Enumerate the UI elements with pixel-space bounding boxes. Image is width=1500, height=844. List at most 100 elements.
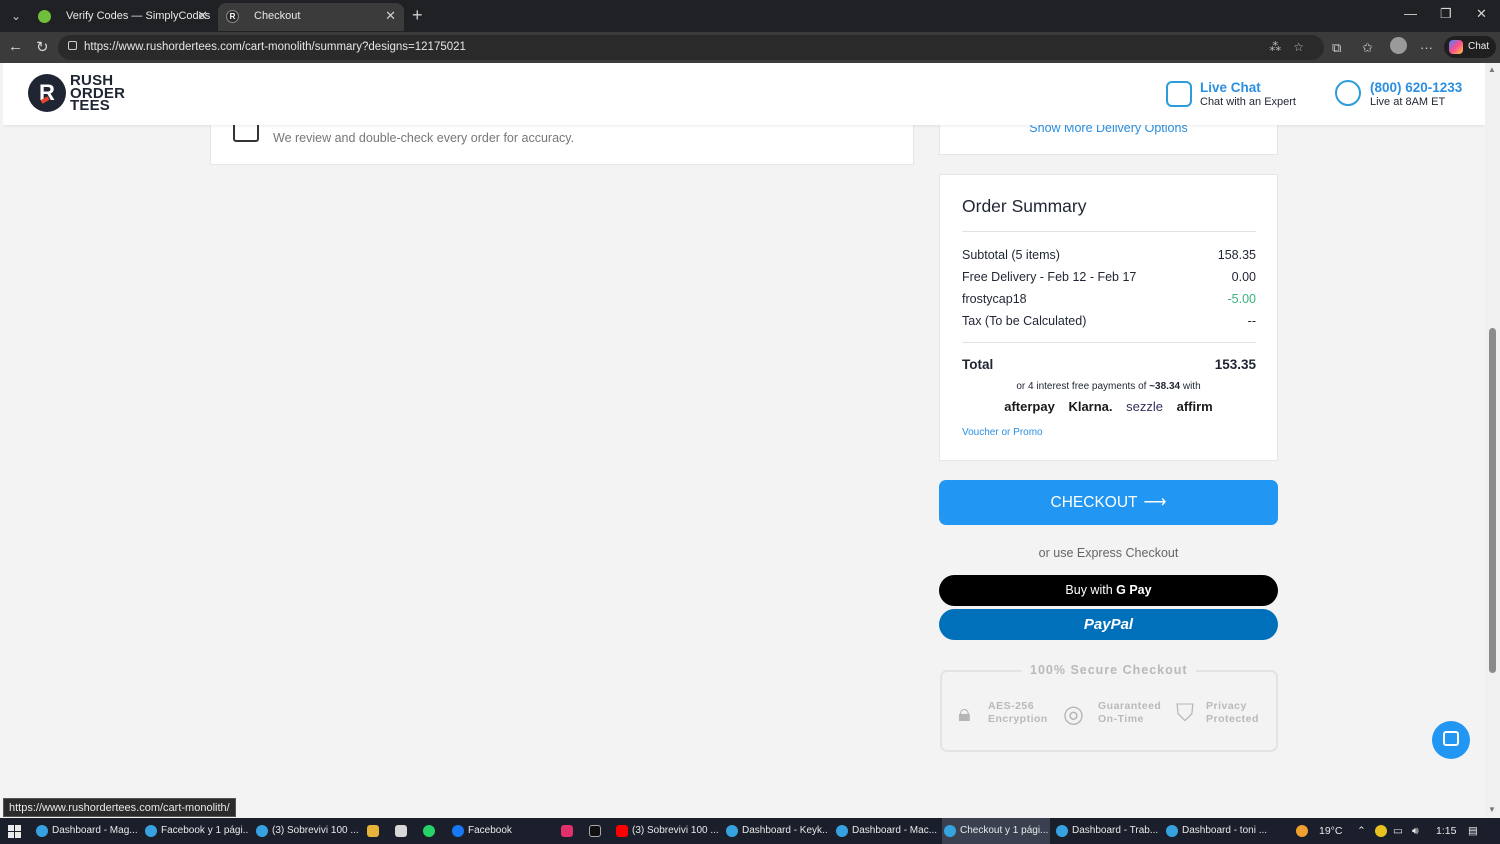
page-viewport: R RUSH ORDER TEES Live Chat Chat with an… (3, 63, 1485, 793)
x-icon[interactable] (589, 825, 601, 837)
url-bar[interactable]: https://www.rushordertees.com/cart-monol… (58, 35, 1324, 60)
taskbar-label: Dashboard - Trab... (1072, 825, 1158, 836)
logo-line: TEES (70, 97, 110, 114)
taskbar-item[interactable]: Facebook y 1 pági... (143, 818, 249, 844)
rush-favicon-icon: R (226, 10, 239, 23)
tray-overflow-chevron-icon[interactable]: ⌃ (1357, 818, 1366, 844)
taskbar-item[interactable]: Dashboard - Mag... (34, 818, 138, 844)
gpay-prefix: Buy with (1065, 583, 1113, 597)
taskbar-item-active[interactable]: Checkout y 1 pági... (942, 818, 1050, 844)
badge-line: Guaranteed (1098, 700, 1162, 712)
copilot-chat-button[interactable]: Chat (1444, 36, 1496, 58)
translate-star-icons[interactable]: ⁂☆ (1269, 40, 1316, 54)
tab-list-chevron-icon[interactable]: ⌄ (6, 6, 26, 26)
more-menu-icon[interactable]: ··· (1420, 40, 1433, 55)
summary-row-promo: frostycap18 -5.00 (962, 292, 1256, 306)
tab-simplycodes[interactable]: Verify Codes — SimplyCodes ✕ (30, 3, 216, 31)
close-tab-icon[interactable]: ✕ (197, 3, 208, 29)
favorites-icon[interactable]: ✩ (1362, 40, 1373, 56)
checkout-label: CHECKOUT (1050, 494, 1138, 511)
paypal-button[interactable]: PayPal (939, 609, 1278, 640)
whatsapp-icon[interactable] (423, 825, 435, 837)
taskbar-label: Dashboard - Mac... (852, 825, 938, 836)
arrow-right-icon: ⟶ (1143, 494, 1167, 511)
live-chat-title[interactable]: Live Chat (1200, 80, 1261, 95)
badge-line: Protected (1206, 713, 1259, 725)
row-value-discount: -5.00 (1227, 292, 1257, 306)
facebook-icon (452, 825, 464, 837)
store-icon[interactable] (395, 825, 407, 837)
taskbar-item[interactable]: Dashboard - toni ... (1164, 818, 1268, 844)
windows-start-icon[interactable] (8, 825, 21, 838)
reload-icon[interactable]: ↻ (36, 38, 49, 56)
instagram-icon[interactable] (561, 825, 573, 837)
voucher-promo-link[interactable]: Voucher or Promo (962, 427, 1043, 438)
site-info-lock-icon[interactable] (68, 41, 77, 50)
window-close-icon[interactable]: ✕ (1476, 6, 1487, 22)
volume-icon[interactable]: 🔊︎ (1412, 818, 1419, 844)
network-icon[interactable]: ▭ (1393, 818, 1403, 844)
total-label: Total (962, 357, 994, 372)
page-scrollbar[interactable]: ▲ ▼ (1485, 63, 1500, 818)
file-explorer-icon[interactable] (367, 825, 379, 837)
phone-hours: Live at 8AM ET (1370, 96, 1446, 108)
installments-prefix: or 4 interest free payments of (1016, 381, 1147, 392)
badge-line: On-Time (1098, 713, 1144, 725)
security-badge-encryption: AES-256 Encryption (988, 700, 1048, 726)
taskbar-item[interactable]: Dashboard - Trab... (1054, 818, 1158, 844)
profile-avatar[interactable] (1390, 37, 1407, 54)
taskbar-label: (3) Sobrevivi 100 ... (632, 825, 718, 836)
clock-time[interactable]: 1:15 (1436, 818, 1456, 844)
taskbar-label: Facebook y 1 pági... (161, 825, 249, 836)
weather-icon[interactable] (1296, 825, 1308, 837)
edge-icon (1166, 825, 1178, 837)
edge-icon (836, 825, 848, 837)
klarna-logo: Klarna. (1068, 399, 1113, 414)
chat-widget-button[interactable] (1432, 721, 1470, 759)
taskbar-item[interactable]: Facebook (450, 818, 550, 844)
temperature[interactable]: 19°C (1319, 818, 1342, 844)
back-arrow-icon[interactable]: ← (8, 38, 23, 55)
summary-total-row: Total 153.35 (962, 357, 1256, 372)
tab-title: Verify Codes — SimplyCodes (66, 10, 211, 22)
summary-row-subtotal: Subtotal (5 items) 158.35 (962, 248, 1256, 262)
support-headset-icon[interactable] (1335, 80, 1361, 106)
new-tab-plus-icon[interactable]: + (412, 5, 423, 25)
status-bar-url: https://www.rushordertees.com/cart-monol… (3, 798, 236, 817)
edge-icon (36, 825, 48, 837)
scroll-thumb[interactable] (1489, 328, 1496, 673)
address-toolbar: ← ↻ https://www.rushordertees.com/cart-m… (0, 32, 1500, 63)
scroll-down-icon[interactable]: ▼ (1488, 805, 1496, 814)
row-label: frostycap18 (962, 292, 1027, 306)
extensions-puzzle-icon[interactable]: ⧉ (1332, 40, 1341, 56)
installments-suffix: with (1182, 381, 1201, 392)
tab-title: Checkout (254, 10, 301, 22)
simplycodes-favicon-icon (38, 10, 51, 23)
google-pay-button[interactable]: Buy with G Pay (939, 575, 1278, 606)
badge-line: AES-256 (988, 700, 1035, 712)
tray-app-icon[interactable] (1375, 825, 1387, 837)
installments-amount: ~38.34 (1149, 381, 1181, 392)
taskbar-item[interactable]: (3) Sobrevivi 100 ... (254, 818, 358, 844)
installments-text: or 4 interest free payments of ~38.34 wi… (940, 381, 1277, 392)
live-chat-subtitle: Chat with an Expert (1200, 96, 1296, 108)
scroll-up-icon[interactable]: ▲ (1488, 65, 1496, 74)
shield-check-icon: ⛉ (1176, 700, 1194, 727)
taskbar-item[interactable]: Dashboard - Mac... (834, 818, 938, 844)
tab-checkout[interactable]: R Checkout ✕ (218, 3, 404, 31)
minimize-icon[interactable]: — (1404, 6, 1417, 21)
rush-logo-icon[interactable]: R (28, 74, 66, 112)
live-chat-icon[interactable] (1166, 81, 1192, 107)
notifications-icon[interactable]: ▤ (1468, 818, 1478, 844)
taskbar-item[interactable]: Dashboard - Keyk... (724, 818, 828, 844)
phone-number[interactable]: (800) 620-1233 (1370, 80, 1462, 95)
copilot-icon (1449, 40, 1463, 54)
logo-wordmark[interactable]: RUSH ORDER TEES (70, 73, 125, 114)
badge-line: Privacy (1206, 700, 1247, 712)
checkout-button[interactable]: CHECKOUT ⟶ (939, 480, 1278, 525)
close-tab-icon[interactable]: ✕ (385, 3, 396, 29)
taskbar-item[interactable]: (3) Sobrevivi 100 ... (614, 818, 718, 844)
taskbar-label: Dashboard - Keyk... (742, 825, 828, 836)
restore-icon[interactable]: ❐ (1440, 6, 1452, 22)
order-summary-card: Order Summary Subtotal (5 items) 158.35 … (939, 174, 1278, 461)
